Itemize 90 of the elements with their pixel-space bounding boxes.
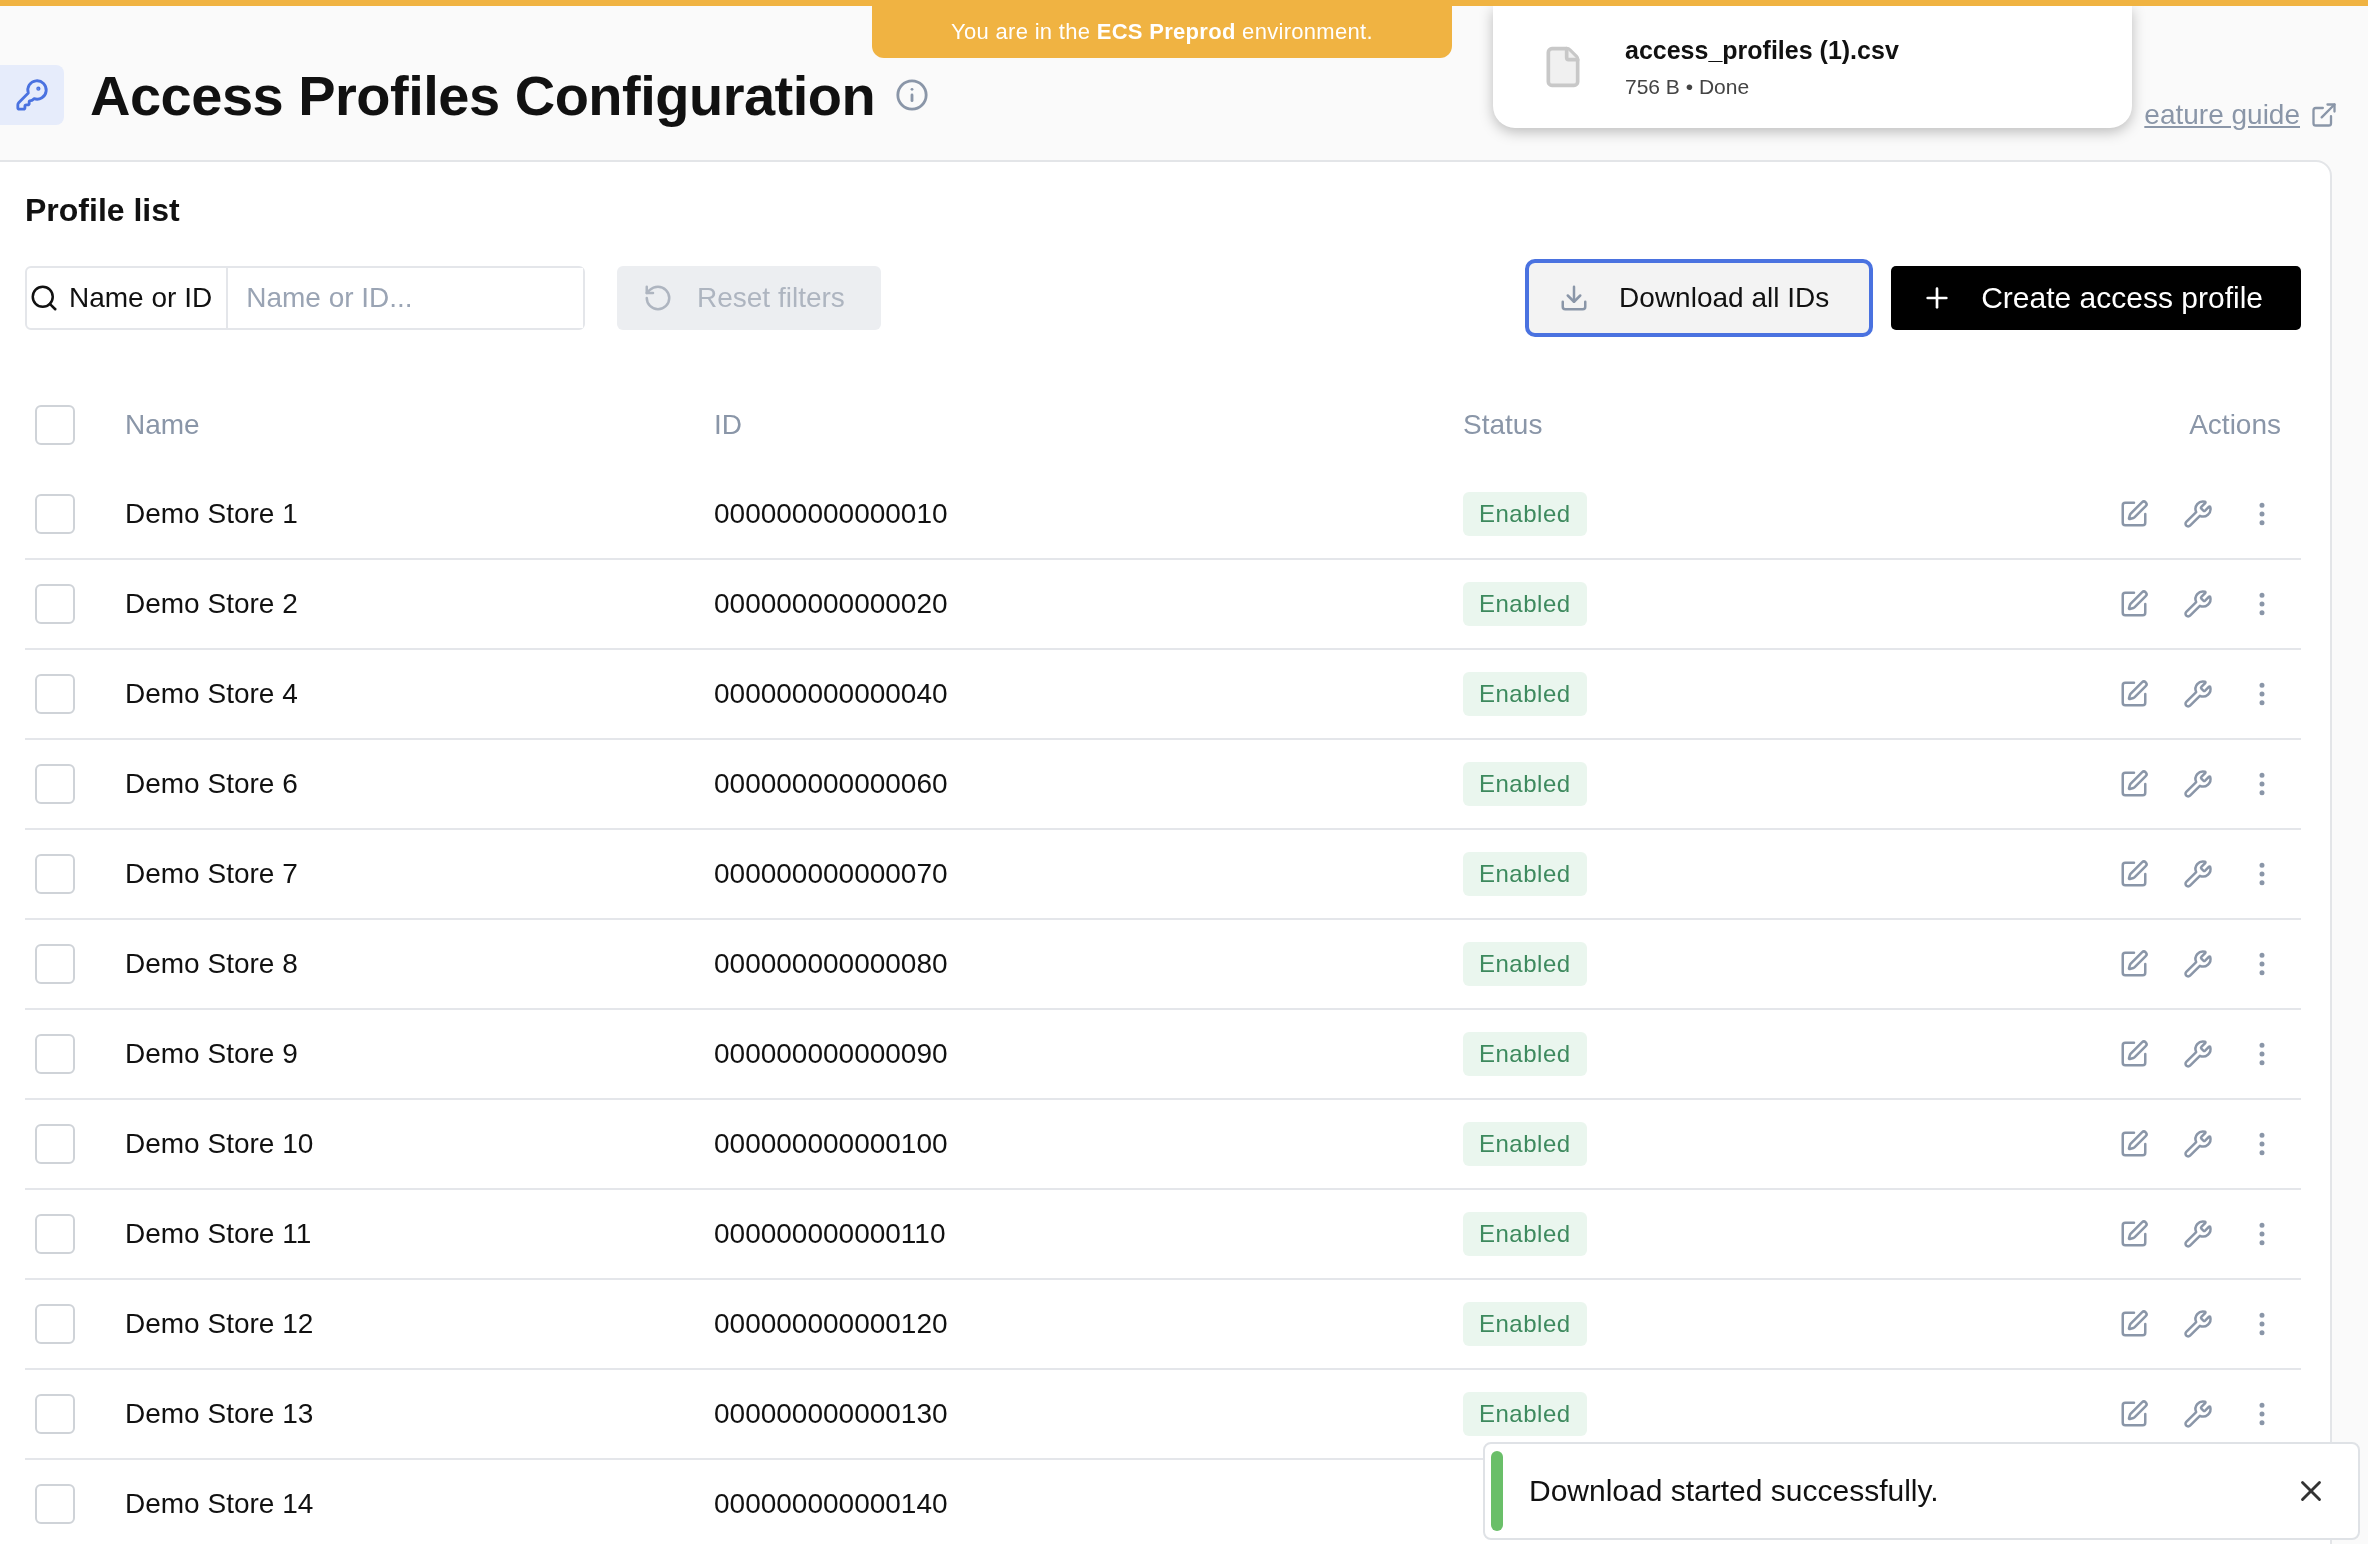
row-checkbox[interactable] — [35, 1484, 75, 1524]
wrench-icon[interactable] — [2183, 589, 2213, 619]
id-cell-text: 000000000000060 — [714, 768, 949, 800]
name-cell-text: Demo Store 6 — [125, 768, 299, 800]
id-cell-text: 000000000000020 — [714, 588, 949, 620]
id-cell-text: 000000000000140 — [714, 1488, 949, 1520]
search-label: Name or ID — [69, 282, 213, 314]
status-tag: Enabled — [1463, 582, 1587, 626]
row-checkbox[interactable] — [35, 764, 75, 804]
toast-message: Download started successfully. — [1529, 1474, 1939, 1508]
wrench-icon[interactable] — [2183, 1129, 2213, 1159]
status-tag: Enabled — [1463, 762, 1587, 806]
row-checkbox[interactable] — [35, 1394, 75, 1434]
name-cell-text: Demo Store 7 — [125, 858, 299, 890]
id-cell-text: 000000000000090 — [714, 1038, 949, 1070]
info-icon[interactable] — [895, 78, 930, 112]
name-cell-text: Demo Store 9 — [125, 1038, 299, 1070]
wrench-icon[interactable] — [2183, 1399, 2213, 1429]
edit-icon[interactable] — [2119, 1309, 2149, 1339]
status-tag: Enabled — [1463, 852, 1587, 896]
key-icon — [0, 65, 64, 125]
name-cell-text: Demo Store 8 — [125, 948, 299, 980]
id-cell-text: 000000000000120 — [714, 1308, 949, 1340]
file-details: 756 B • Done — [1625, 74, 1751, 99]
file-name[interactable]: access_profiles (1).csv — [1625, 35, 1899, 65]
wrench-icon[interactable] — [2183, 1309, 2213, 1339]
edit-icon[interactable] — [2119, 949, 2149, 979]
name-cell-text: Demo Store 11 — [125, 1218, 313, 1250]
wrench-icon[interactable] — [2183, 859, 2213, 889]
edit-icon[interactable] — [2119, 1129, 2149, 1159]
edit-icon[interactable] — [2119, 589, 2149, 619]
column-header: Name — [125, 409, 201, 441]
search-icon — [29, 283, 59, 313]
row-checkbox[interactable] — [35, 584, 75, 624]
edit-icon[interactable] — [2119, 1039, 2149, 1069]
id-cell-text: 000000000000100 — [714, 1128, 949, 1160]
row-checkbox[interactable] — [35, 854, 75, 894]
wrench-icon[interactable] — [2183, 679, 2213, 709]
name-cell-text: Demo Store 14 — [125, 1488, 315, 1520]
status-tag: Enabled — [1463, 1302, 1587, 1346]
reset-icon — [643, 283, 673, 313]
name-cell-text: Demo Store 2 — [125, 588, 299, 620]
status-tag: Enabled — [1463, 1212, 1587, 1256]
row-checkbox[interactable] — [35, 674, 75, 714]
name-cell-text: Demo Store 13 — [125, 1398, 315, 1430]
download-button[interactable]: Download all IDs — [1525, 259, 1874, 337]
row-checkbox[interactable] — [35, 1034, 75, 1074]
status-tag: Enabled — [1463, 1392, 1587, 1436]
row-checkbox[interactable] — [35, 1214, 75, 1254]
environment-banner: You are in the ECS Preprod environment. — [872, 6, 1452, 58]
wrench-icon[interactable] — [2183, 769, 2213, 799]
select-all-checkbox[interactable] — [35, 405, 75, 445]
status-tag: Enabled — [1463, 942, 1587, 986]
id-cell-text: 000000000000110 — [714, 1218, 947, 1250]
wrench-icon[interactable] — [2183, 949, 2213, 979]
name-cell-text: Demo Store 10 — [125, 1128, 315, 1160]
column-header: ID — [714, 409, 743, 441]
name-cell-text: Demo Store 12 — [125, 1308, 315, 1340]
row-checkbox[interactable] — [35, 1124, 75, 1164]
column-header: Status — [1463, 409, 1544, 441]
wrench-icon[interactable] — [2183, 1219, 2213, 1249]
page-title: Access Profiles Configuration — [90, 62, 876, 128]
name-cell-text: Demo Store 4 — [125, 678, 299, 710]
id-cell-text: 000000000000080 — [714, 948, 949, 980]
column-header: Actions — [2189, 409, 2282, 441]
row-checkbox[interactable] — [35, 944, 75, 984]
search-field[interactable]: Name or ID Name or ID... — [25, 266, 585, 330]
download-icon — [1559, 283, 1590, 313]
edit-icon[interactable] — [2119, 859, 2149, 889]
edit-icon[interactable] — [2119, 499, 2149, 529]
external-link-icon — [2310, 101, 2338, 129]
name-cell-text: Demo Store 1 — [125, 498, 299, 530]
status-tag: Enabled — [1463, 672, 1587, 716]
row-checkbox[interactable] — [35, 494, 75, 534]
id-cell-text: 000000000000040 — [714, 678, 949, 710]
id-cell-text: 000000000000130 — [714, 1398, 949, 1430]
id-cell-text: 000000000000070 — [714, 858, 949, 890]
status-tag: Enabled — [1463, 492, 1587, 536]
section-heading: Profile list — [25, 192, 181, 229]
status-tag: Enabled — [1463, 1032, 1587, 1076]
edit-icon[interactable] — [2119, 679, 2149, 709]
id-cell-text: 000000000000010 — [714, 498, 949, 530]
status-tag: Enabled — [1463, 1122, 1587, 1166]
wrench-icon[interactable] — [2183, 1039, 2213, 1069]
create-button[interactable]: Create access profile — [1891, 266, 2301, 330]
edit-icon[interactable] — [2119, 1219, 2149, 1249]
row-checkbox[interactable] — [35, 1304, 75, 1344]
edit-icon[interactable] — [2119, 1399, 2149, 1429]
wrench-icon[interactable] — [2183, 499, 2213, 529]
edit-icon[interactable] — [2119, 769, 2149, 799]
